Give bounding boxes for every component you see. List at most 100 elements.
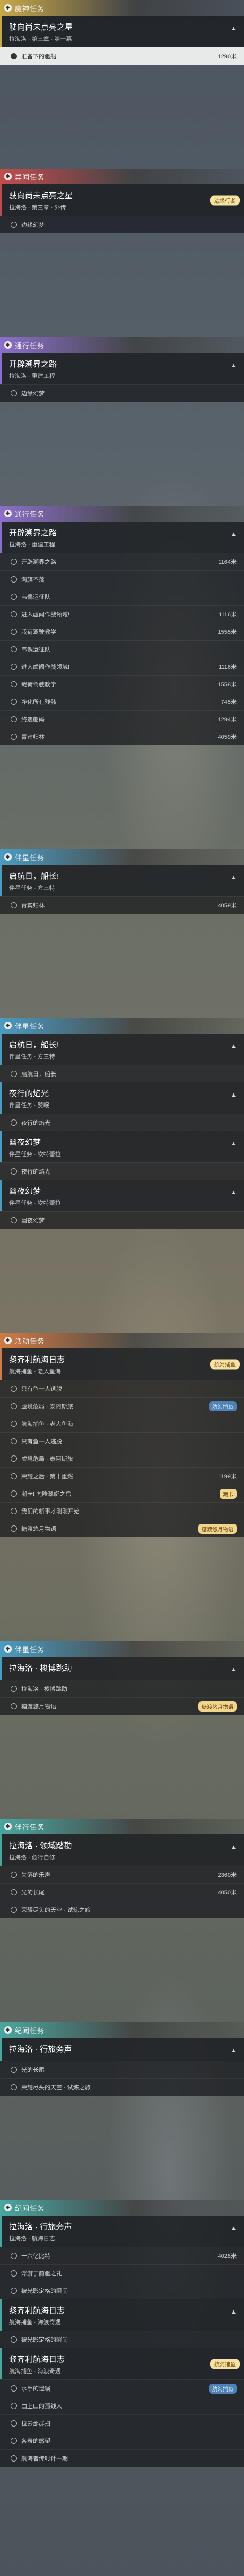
quest-step[interactable]: 十六亿比特 4028米	[0, 2247, 244, 2264]
quest-step[interactable]: 航海捕鱼 · 老人鱼海	[0, 1415, 244, 1432]
category-icon: ◆	[4, 1823, 12, 1830]
chevron-up-icon[interactable]: ▲	[231, 2309, 237, 2315]
chevron-up-icon[interactable]: ▲	[231, 1141, 237, 1147]
quest-step[interactable]: 边缘幻梦	[0, 216, 244, 233]
quest-step[interactable]: 只有鱼一人逃脱	[0, 1380, 244, 1397]
quest-step[interactable]: 终遇船码 1294米	[0, 710, 244, 728]
step-label: 淘旗不落	[21, 577, 45, 583]
chevron-up-icon[interactable]: ▲	[231, 875, 237, 881]
quest-step[interactable]: 水手的遗嘱 航海捕鱼	[0, 2379, 244, 2397]
category-header[interactable]: ◆ 魔神任务	[0, 0, 244, 16]
chevron-up-icon[interactable]: ▲	[231, 363, 237, 369]
quest-step[interactable]: 失落的乐声 2360米	[0, 1866, 244, 1883]
quest-step[interactable]: 准备下的驱船 1290米	[0, 47, 244, 65]
quest-step[interactable]: 虚境危局 · 泰阿斯旅	[0, 1450, 244, 1467]
quest-step[interactable]: 被光影定格的瞬间	[0, 2282, 244, 2299]
quest-step[interactable]: 浮游于前驱之礼	[0, 2264, 244, 2282]
quest-card[interactable]: 开辟溯界之路 拉海洛 · 重建工程 ▲	[0, 353, 244, 384]
quest-title: 幽夜幻梦	[9, 1187, 41, 1196]
quest-step[interactable]: 光的长尾	[0, 2061, 244, 2078]
quest-step[interactable]: 荣耀之后 · 第十重燃 1199米	[0, 1467, 244, 1485]
quest-step[interactable]: 被光影定格的瞬间	[0, 2331, 244, 2348]
step-label: 边缘幻梦	[21, 222, 45, 228]
quest-step[interactable]: 开辟溯界之路 1164米	[0, 553, 244, 570]
category-header[interactable]: ◆ 伴星任务	[0, 1018, 244, 1034]
quest-title: 黎齐利航海日志	[9, 2306, 65, 2315]
quest-card[interactable]: 幽夜幻梦 伴星任务 · 坎特蕾拉 ▲	[0, 1180, 244, 1211]
chevron-up-icon[interactable]: ▲	[231, 25, 237, 32]
quest-step[interactable]: 夜行的焰光	[0, 1114, 244, 1131]
chevron-up-icon[interactable]: ▲	[231, 1189, 237, 1196]
category-header[interactable]: ◆ 伴星任务	[0, 849, 244, 865]
quest-step[interactable]: 荣耀尽头的天空 · 试炼之旅	[0, 1901, 244, 1918]
quest-step[interactable]: 潮卡! 向隆翠艇之岳 潮卡	[0, 1485, 244, 1502]
quest-card[interactable]: 黎齐利航海日志 航海捕鱼 · 老人鱼海 航海捕鱼	[0, 1348, 244, 1380]
quest-step[interactable]: 由上山的孤线人	[0, 2397, 244, 2414]
quest-step[interactable]: 糖渡悠月物语 糖渡悠月物语	[0, 1520, 244, 1537]
quest-card[interactable]: 开辟溯界之路 拉海洛 · 重建工程 ▲	[0, 522, 244, 553]
chevron-up-icon[interactable]: ▲	[231, 1092, 237, 1098]
quest-step[interactable]: 青宾归林 4059米	[0, 728, 244, 745]
quest-step[interactable]: 边缘幻梦	[0, 384, 244, 402]
quest-card[interactable]: 夜行的焰光 伴星任务 · 赞眠 ▲	[0, 1082, 244, 1114]
quest-step[interactable]: 启航日，船长!	[0, 1065, 244, 1082]
quest-step[interactable]: 韦偶运征队	[0, 640, 244, 658]
quest-step[interactable]: 进入虚闻作战领域! 1116米	[0, 605, 244, 623]
quest-title: 黎齐利航海日志	[9, 2355, 65, 2364]
quest-step[interactable]: 栽荷驾驶教学 1555米	[0, 623, 244, 640]
category-label: 伴星任务	[15, 1645, 45, 1654]
quest-step[interactable]: 幽夜幻梦	[0, 1211, 244, 1229]
quest-card[interactable]: 启航日，船长! 伴星任务 · 方三特 ▲	[0, 865, 244, 896]
quest-step[interactable]: 进入虚闻作战领域! 1116米	[0, 658, 244, 675]
quest-step[interactable]: 糖渡悠月物语 糖渡悠月物语	[0, 1697, 244, 1715]
step-label: 糖渡悠月物语	[21, 1526, 56, 1532]
category-header[interactable]: ◆ 纪闻任务	[0, 2200, 244, 2216]
quest-step[interactable]: 拉去那群扫	[0, 2414, 244, 2432]
quest-step[interactable]: 航海者传时计一期	[0, 2449, 244, 2467]
quest-step[interactable]: 各表的感望	[0, 2432, 244, 2449]
category-header[interactable]: ◆ 通行任务	[0, 337, 244, 353]
quest-subtitle: 拉海洛 · 重建工程	[9, 542, 55, 548]
chevron-up-icon[interactable]: ▲	[231, 1666, 237, 1673]
quest-card[interactable]: 驶向尚未点亮之星 拉海洛 · 第三章 · 第一幕 ▲	[0, 16, 244, 47]
quest-card[interactable]: 黎齐利航海日志 航海捕鱼 · 海浪奇遇 ▲	[0, 2299, 244, 2331]
quest-card[interactable]: 拉海洛 · 领域踏勘 拉海洛 · 危行自修 ▲	[0, 1834, 244, 1866]
chevron-up-icon[interactable]: ▲	[231, 1043, 237, 1049]
quest-step[interactable]: 光的长尾 4050米	[0, 1883, 244, 1901]
category-header[interactable]: ◆ 伴星任务	[0, 1641, 244, 1657]
chevron-up-icon[interactable]: ▲	[231, 2225, 237, 2231]
quest-step[interactable]: 荣耀尽头的天空 · 试炼之旅	[0, 2078, 244, 2096]
quest-card[interactable]: 启航日，船长! 伴星任务 · 方三特 ▲	[0, 1034, 244, 1065]
category-header[interactable]: ◆ 通行任务	[0, 506, 244, 522]
quest-step[interactable]: 只有鱼一人逃脱	[0, 1432, 244, 1450]
quest-subtitle: 拉海洛 · 第三章 · 第一幕	[9, 36, 72, 42]
category-header[interactable]: ◆ 异闻任务	[0, 169, 244, 184]
quest-step[interactable]: 净化所有残骸 745米	[0, 693, 244, 710]
quest-card[interactable]: 幽夜幻梦 伴星任务 · 坎特蕾拉 ▲	[0, 1131, 244, 1162]
quest-step[interactable]: 栽荷驾驶教学 1558米	[0, 675, 244, 693]
quest-step[interactable]: 夜行的焰光	[0, 1162, 244, 1180]
quest-card[interactable]: 驶向尚未点亮之星 拉海洛 · 第三章 · 外传 边缘行者	[0, 184, 244, 216]
quest-step[interactable]: 拉海洛 · 梭博跳助	[0, 1680, 244, 1697]
step-distance: 4059米	[217, 734, 237, 740]
quest-step[interactable]: 虚境危局 · 泰阿斯旅 航海捕鱼	[0, 1397, 244, 1415]
category-icon: ◆	[4, 4, 12, 12]
quest-card[interactable]: 拉海洛 · 梭博跳助 ▲	[0, 1657, 244, 1680]
quest-card[interactable]: 黎齐利航海日志 航海捕鱼 · 海浪奇遇 航海捕鱼	[0, 2348, 244, 2379]
category-header[interactable]: ◆ 伴行任务	[0, 1819, 244, 1834]
category-header[interactable]: ◆ 纪闻任务	[0, 2022, 244, 2038]
chevron-up-icon[interactable]: ▲	[231, 531, 237, 537]
quest-step[interactable]: 韦偶运征队	[0, 588, 244, 605]
quest-step[interactable]: 淘旗不落	[0, 570, 244, 588]
step-distance: 1116米	[219, 612, 237, 618]
quest-card[interactable]: 拉海洛 · 行旅旁声 ▲	[0, 2038, 244, 2061]
step-label: 光的长尾	[21, 2067, 45, 2074]
chevron-up-icon[interactable]: ▲	[231, 1844, 237, 1850]
quest-step[interactable]: 我们的新事才刚刚开始	[0, 1502, 244, 1520]
quest-card[interactable]: 拉海洛 · 行旅旁声 拉海洛 · 航海日志 ▲	[0, 2216, 244, 2247]
chevron-up-icon[interactable]: ▲	[231, 2048, 237, 2054]
quest-step[interactable]: 青宾归林 4059米	[0, 896, 244, 914]
category-header[interactable]: ◆ 活动任务	[0, 1333, 244, 1348]
